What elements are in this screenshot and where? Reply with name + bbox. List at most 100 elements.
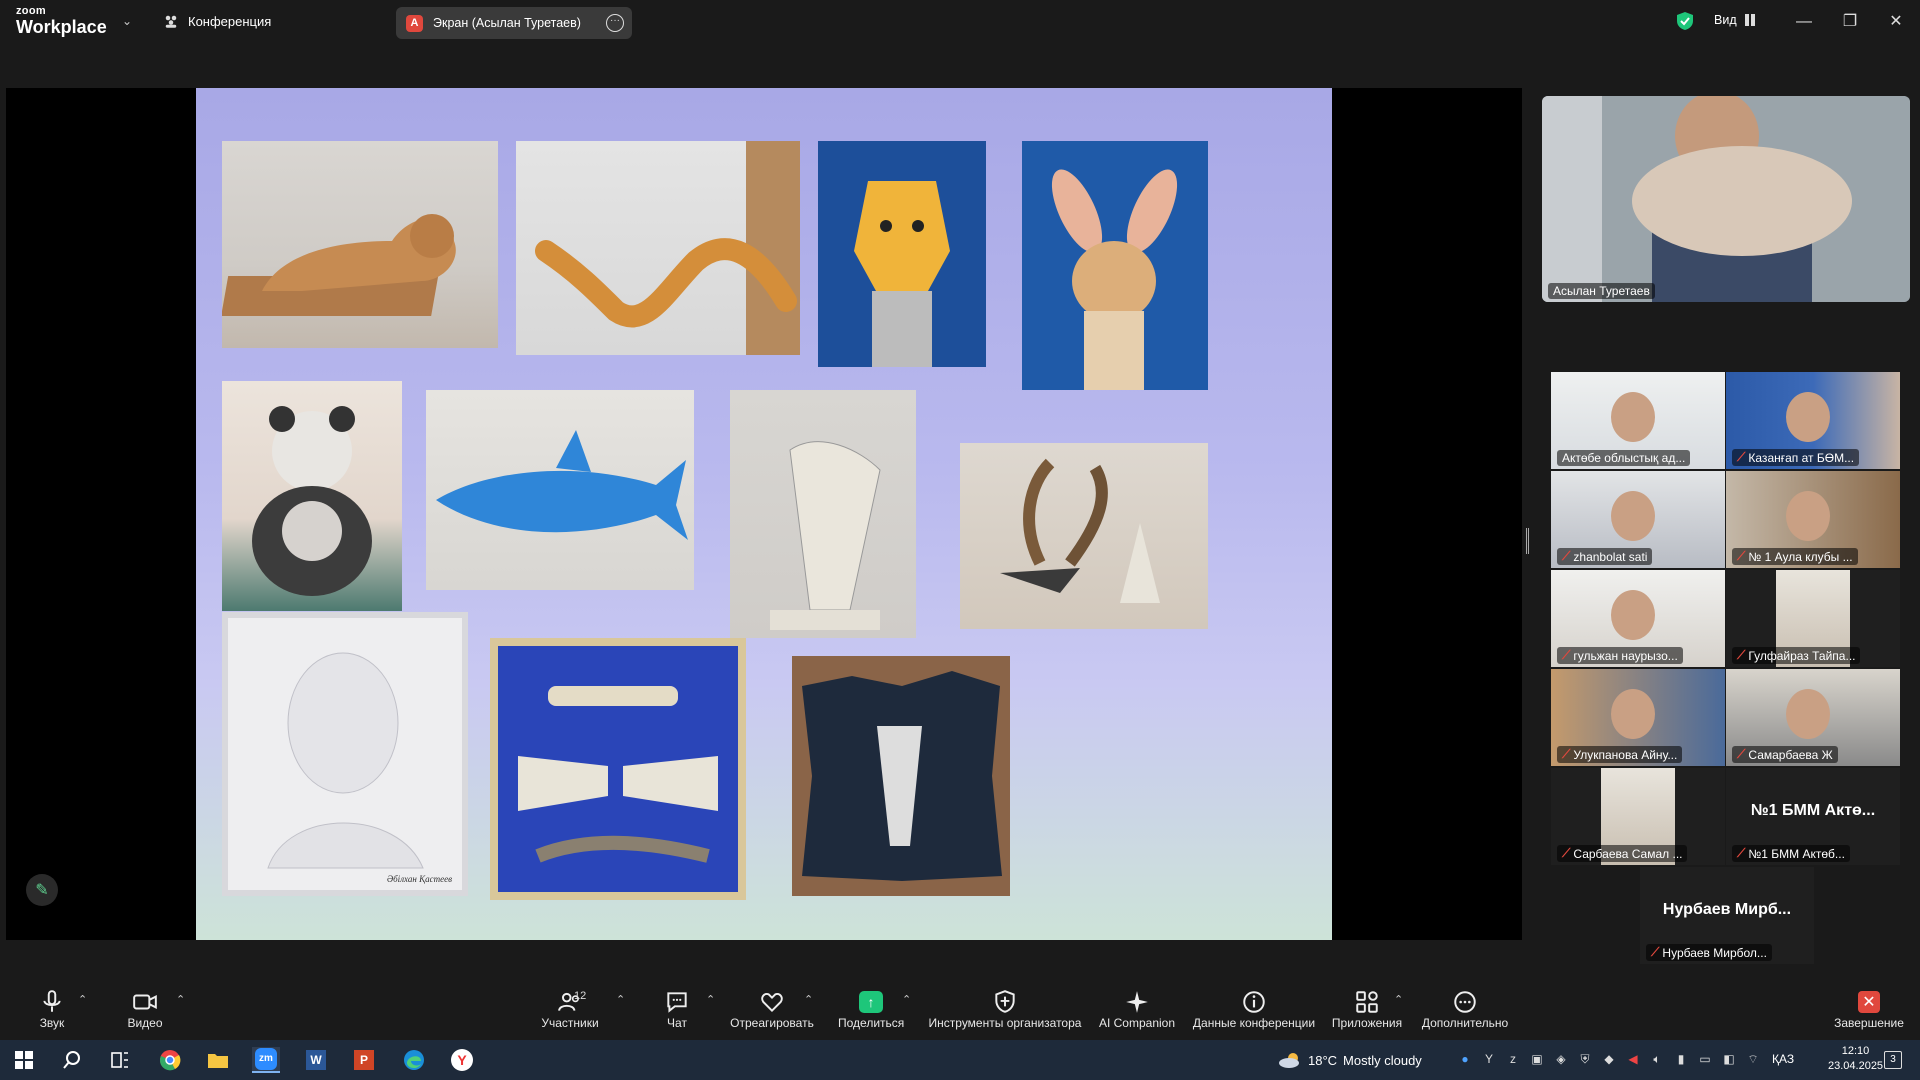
zoom-tray-icon[interactable]: z [1506,1052,1520,1066]
zoom-taskbar-icon[interactable]: zm [252,1047,280,1073]
location-icon[interactable]: ● [1458,1052,1472,1066]
app-tray-icon[interactable]: ▣ [1530,1052,1544,1066]
participant-tile[interactable]: ⟋ Гулфайраз Тайпа... [1726,570,1900,667]
panda-carving-image [222,381,402,611]
chat-options-caret[interactable]: ⌃ [706,993,715,1006]
apps-label: Приложения [1331,1016,1403,1030]
weather-text: Mostly cloudy [1343,1052,1422,1068]
participant-tile[interactable]: ⟋ № 1 Аула клубы ... [1726,471,1900,568]
wifi-off-tray-icon[interactable]: ⌔ [1746,1052,1760,1066]
more-button[interactable]: Дополнительно [1418,988,1512,1030]
shield-tray-icon[interactable]: ◆ [1602,1052,1616,1066]
participants-button[interactable]: 12 Участники [536,988,604,1030]
mic-tray-icon[interactable]: ▮ [1674,1052,1688,1066]
rabbit-carving-image [1022,141,1208,390]
ai-companion-label: AI Companion [1098,1016,1176,1030]
encryption-shield-icon[interactable] [1676,11,1694,31]
react-button[interactable]: Отреагировать [730,988,814,1030]
chat-button[interactable]: Чат [664,988,690,1030]
participant-tile[interactable]: ⟋ Самарбаева Ж [1726,669,1900,766]
participant-name-text: № 1 Аула клубы ... [1748,549,1853,564]
title-bar: zoom Workplace ⌄ Конференция А Экран (Ас… [0,0,1920,44]
participant-name: ⟋ Нурбаев Мирбол... [1646,944,1772,961]
bird-carving-image [516,141,800,355]
screen-share-tab[interactable]: А Экран (Асылан Туретаев) ··· [396,7,632,39]
view-button[interactable]: Вид [1714,13,1755,27]
bone-carvings-frame-image [490,638,746,900]
edge-icon[interactable] [400,1047,428,1073]
participant-tile[interactable]: Нурбаев Мирб... ⟋ Нурбаев Мирбол... [1640,867,1814,964]
apps-button[interactable]: Приложения [1330,988,1404,1030]
windows-start-icon[interactable] [10,1047,38,1073]
react-options-caret[interactable]: ⌃ [804,993,813,1006]
network-tray-icon[interactable]: ◈ [1554,1052,1568,1066]
share-screen-button[interactable]: ↑ Поделиться [838,988,904,1030]
participant-name: ⟋ zhanbolat sati [1557,548,1653,565]
participant-face [1611,491,1655,541]
ai-companion-button[interactable]: AI Companion [1098,988,1176,1030]
participant-name: ⟋ Сарбаева Самал ... [1557,845,1688,862]
meeting-toolbar: Звук ⌃ Видео ⌃ 12 Участники ⌃ Чат ⌃ Отре… [0,980,1920,1040]
input-language[interactable]: ҚАЗ [1772,1052,1794,1066]
more-dots-icon [1454,991,1476,1013]
participant-name-text: гульжан наурызо... [1573,648,1678,663]
active-speaker-video[interactable]: Асылан Туретаев [1542,96,1910,302]
share-label: Поделиться [838,1016,905,1030]
end-label: Завершение [1834,1016,1904,1030]
search-icon[interactable] [58,1047,86,1073]
apps-options-caret[interactable]: ⌃ [1394,993,1403,1006]
chevron-down-icon[interactable]: ⌄ [122,14,132,28]
video-button[interactable]: Видео [122,988,168,1030]
share-options-caret[interactable]: ⌃ [902,993,911,1006]
host-tools-button[interactable]: Инструменты организатора [928,988,1082,1030]
powerpoint-icon[interactable]: P [350,1047,378,1073]
yandex-tray-icon[interactable]: Y [1482,1052,1496,1066]
task-view-icon[interactable] [106,1047,134,1073]
panel-resize-handle[interactable] [1526,528,1529,554]
display-tray-icon[interactable]: ▭ [1698,1052,1712,1066]
participant-tile[interactable]: ⟋ Казанғап ат БӨМ... [1726,372,1900,469]
participant-tile[interactable]: ⟋ Сарбаева Самал ... [1551,768,1725,865]
video-options-caret[interactable]: ⌃ [176,993,185,1006]
lion-carving-image [222,141,498,348]
word-icon[interactable]: W [302,1047,330,1073]
portrait-caption: Әбілхан Қастеев [386,874,452,884]
host-tools-label: Инструменты организатора [928,1016,1082,1030]
participant-name: ⟋ Улукпанова Айну... [1557,746,1683,763]
portrait-relief-image: Әбілхан Қастеев [222,612,468,896]
weather-widget[interactable]: 18°C Mostly cloudy [1278,1051,1422,1069]
file-explorer-icon[interactable] [204,1047,232,1073]
view-label: Вид [1714,13,1737,27]
participant-tile[interactable]: ⟋ zhanbolat sati [1551,471,1725,568]
participant-tile[interactable]: №1 БММ Актө... ⟋ №1 БМM Актөб... [1726,768,1900,865]
participant-tile[interactable]: ⟋ Улукпанова Айну... [1551,669,1725,766]
defender-tray-icon[interactable]: ⛨ [1578,1052,1592,1066]
audio-options-caret[interactable]: ⌃ [78,993,87,1006]
end-meeting-button[interactable]: ✕ Завершение [1832,988,1906,1030]
yandex-browser-icon[interactable]: Y [448,1047,476,1073]
participant-tile[interactable]: Актөбе облыстық ад... [1551,372,1725,469]
chrome-icon[interactable] [156,1047,184,1073]
tiger-mask-image [818,141,986,367]
participant-name-text: Сарбаева Самал ... [1573,846,1683,861]
muted-mic-icon: ⟋ [1737,747,1746,761]
participants-options-caret[interactable]: ⌃ [616,993,625,1006]
meeting-info-button[interactable]: Данные конференции [1192,988,1316,1030]
participant-tile[interactable]: ⟋ гульжан наурызо... [1551,570,1725,667]
conference-label: Конференция [188,13,272,29]
restore-icon[interactable]: ❐ [1838,10,1862,34]
alert-tray-icon[interactable]: ◀ [1626,1052,1640,1066]
notification-center-icon[interactable]: 3 [1884,1051,1902,1069]
speaker-tray-icon[interactable]: 🔈︎ [1650,1052,1664,1066]
minimize-icon[interactable]: — [1792,10,1816,34]
audio-button[interactable]: Звук [30,988,74,1030]
conference-button[interactable]: Конференция [162,12,271,30]
participant-name-text: Улукпанова Айну... [1573,747,1678,762]
cloud-icon [1279,1053,1299,1068]
more-options-icon[interactable]: ··· [606,14,624,32]
participant-name-text: Актөбе облыстық ад... [1562,451,1686,465]
system-clock[interactable]: 12:10 23.04.2025 [1828,1044,1883,1074]
annotate-pencil-icon[interactable]: ✎ [26,874,58,906]
capture-tray-icon[interactable]: ◧ [1722,1052,1736,1066]
close-icon[interactable]: ✕ [1884,10,1908,34]
